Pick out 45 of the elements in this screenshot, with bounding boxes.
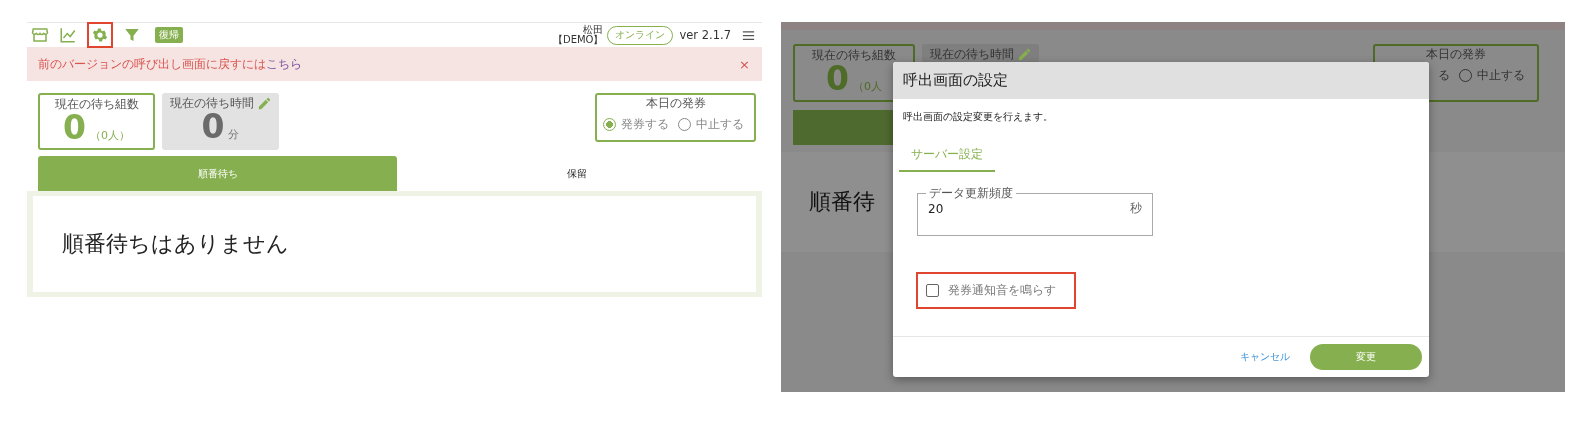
stat-label: 現在の待ち組数 (812, 48, 896, 63)
field-label: データ更新頻度 (928, 186, 1014, 200)
radio-label: る (1438, 67, 1450, 84)
empty-message: 順番待ちはありません (62, 230, 289, 258)
checkbox-label: 発券通知音を鳴らす (948, 282, 1056, 299)
status-badge: 復帰 (155, 27, 183, 43)
alert-link[interactable]: こちら (266, 56, 302, 71)
user-tag: 【DEMO】 (552, 35, 604, 45)
store-icon[interactable] (31, 26, 49, 44)
field-unit: 秒 (1130, 200, 1142, 217)
dialog-description: 呼出画面の設定変更を行えます。 (903, 110, 1054, 124)
field-value: 20 (928, 201, 945, 216)
tab[interactable]: 順番待ち (38, 156, 397, 191)
close-button[interactable]: × (739, 56, 750, 72)
settings-icon[interactable] (87, 22, 113, 48)
radio-label: 中止する (1477, 67, 1525, 84)
stat-unit: 分 (228, 127, 240, 142)
pencil-icon[interactable] (1016, 47, 1032, 62)
radio-label: 発券する (621, 116, 669, 133)
stat-label: 現在の待ち時間 (169, 96, 254, 111)
chart-icon[interactable] (59, 26, 77, 44)
radio-label: 中止する (696, 116, 744, 133)
checkbox[interactable] (926, 284, 939, 297)
ticketing-label: 本日の発券 (645, 96, 706, 111)
dialog-title: 呼出画面の設定 (903, 71, 1008, 90)
submit-button[interactable]: 変更 (1310, 344, 1422, 370)
stat-label: 現在の待ち組数 (54, 97, 139, 112)
radio-button[interactable] (603, 118, 616, 131)
stat-unit: （0人 (853, 79, 882, 94)
stat-label: 現在の待ち時間 (929, 47, 1014, 62)
tab[interactable]: サーバー設定 (899, 140, 995, 172)
alert-text: 前のバージョンの呼び出し画面に戻すにはこちら (38, 56, 303, 72)
stat-value: 0 (63, 110, 86, 146)
user-name: 松田 (583, 25, 604, 35)
ticketing-label: 本日の発券 (1426, 47, 1486, 62)
tab[interactable]: 保留 (397, 156, 756, 191)
stat-unit: （0人） (90, 128, 130, 143)
pencil-icon[interactable] (256, 96, 272, 111)
stat-value: 0 (201, 109, 225, 145)
input-field[interactable]: データ更新頻度 20 秒 (917, 186, 1153, 236)
version-label: ver 2.1.7 (679, 28, 731, 42)
filter-icon[interactable] (123, 26, 141, 44)
empty-message: 順番待 (809, 188, 875, 216)
stat-value: 0 (826, 61, 849, 97)
cancel-button[interactable]: キャンセル (1234, 349, 1296, 365)
